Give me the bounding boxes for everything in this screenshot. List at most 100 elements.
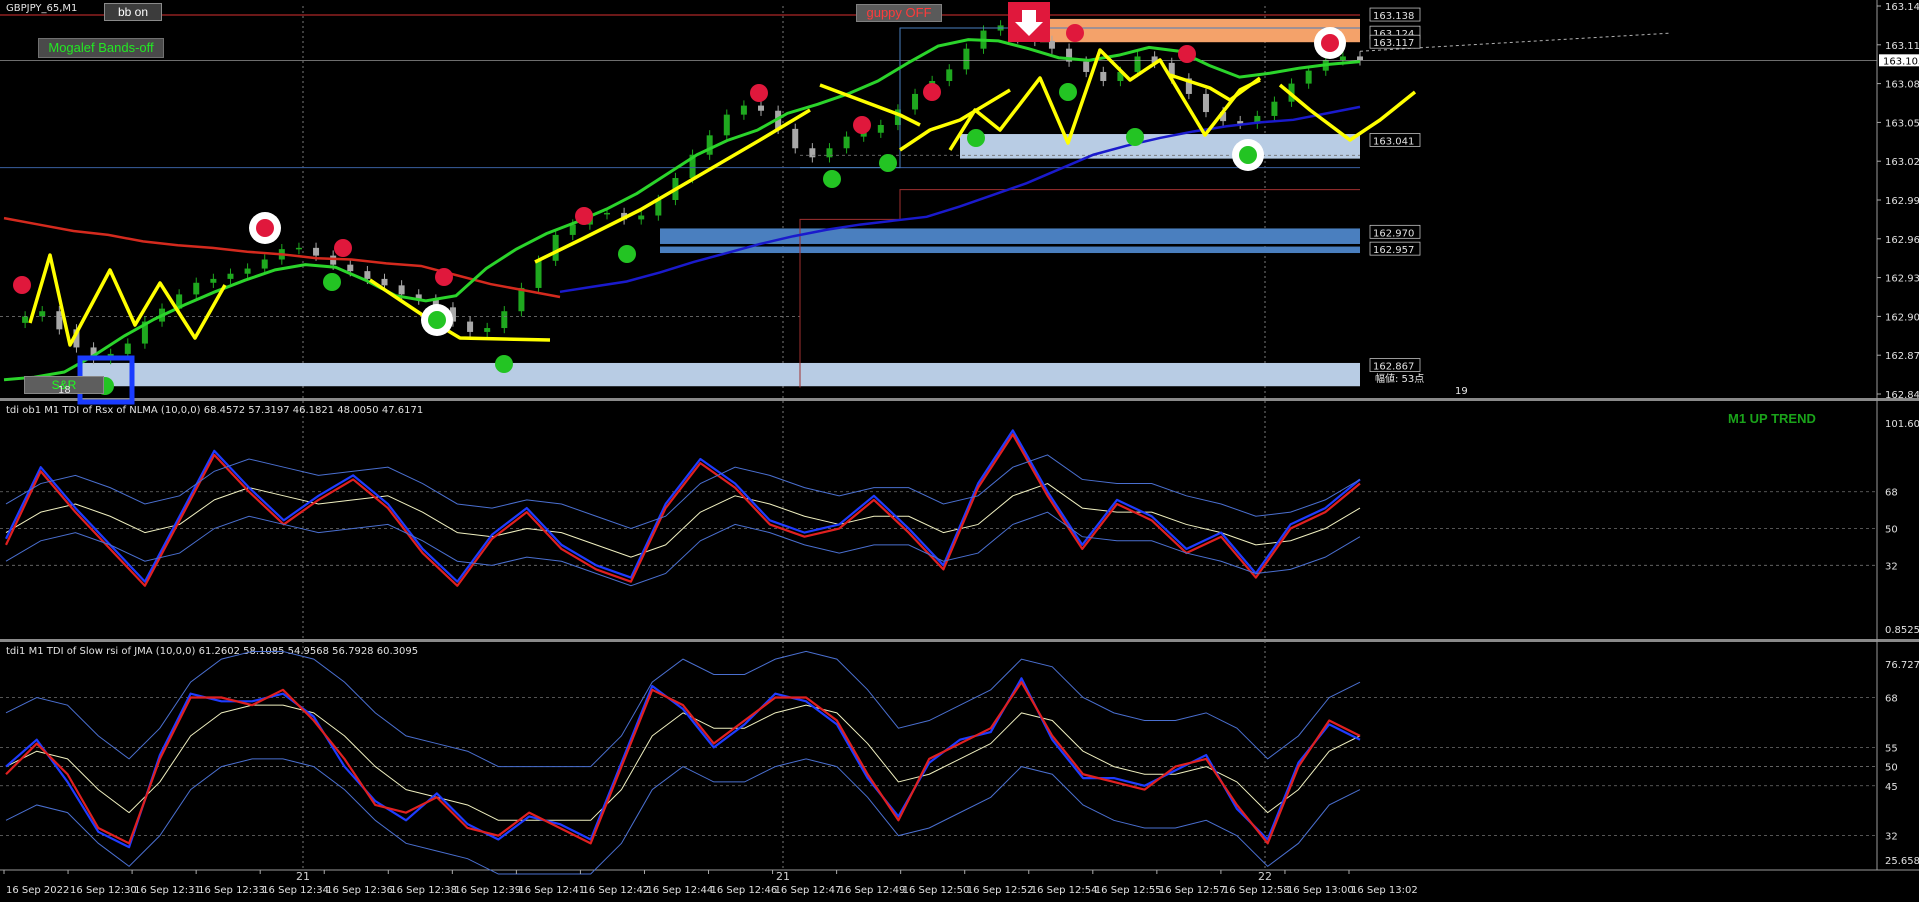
candle-body: [484, 328, 491, 332]
time-tick-label: 16 Sep 12:34: [262, 885, 329, 896]
trading-chart[interactable]: tdi ob1 M1 TDI of Rsx of NLMA (10,0,0) 6…: [0, 0, 1919, 898]
buy-signal-dot: [428, 311, 446, 329]
current-price-label: 163.103: [1883, 56, 1919, 67]
candle-body: [1048, 40, 1055, 49]
time-tick-label: 16 Sep 12:50: [903, 885, 970, 896]
tdi1-tick-label: 68: [1885, 488, 1898, 499]
candle-body: [723, 114, 730, 136]
sell-signal-dot: [1178, 45, 1196, 63]
bb-toggle-button[interactable]: bb on: [104, 3, 162, 21]
tdi2-title: tdi1 M1 TDI of Slow rsi of JMA (10,0,0) …: [6, 646, 418, 657]
candle-body: [261, 259, 268, 269]
price-tick-label: 163.115: [1885, 41, 1919, 52]
tdi1-tick-label: 50: [1885, 525, 1898, 536]
tdi1-lower-band: [5, 511, 1361, 587]
time-tick-label: 16 Sep 12:49: [839, 885, 906, 896]
sell-signal-dot: [256, 219, 274, 237]
candle-body: [381, 278, 388, 286]
candle-body: [313, 247, 320, 256]
sell-signal-dot: [1066, 24, 1084, 42]
time-tick-label: 16 Sep 12:46: [711, 885, 778, 896]
candle-body: [210, 278, 217, 283]
candle-body: [912, 93, 919, 110]
candle-body: [124, 343, 131, 354]
time-tick-label: 16 Sep 12:57: [1159, 885, 1226, 896]
candle-body: [398, 285, 405, 295]
right-bar-count: 19: [1455, 386, 1468, 397]
guppy-toggle-button[interactable]: guppy OFF: [856, 4, 942, 22]
price-zone: [660, 246, 1360, 254]
candle-body: [22, 316, 29, 323]
candle-body: [877, 124, 884, 133]
candle-body: [1083, 61, 1090, 72]
candle-body: [244, 268, 251, 274]
candle-body: [193, 282, 200, 295]
candle-body: [843, 136, 850, 149]
tdi1-title: tdi ob1 M1 TDI of Rsx of NLMA (10,0,0) 6…: [6, 405, 423, 416]
separator-label: 21: [296, 870, 310, 883]
symbol-label: GBPJPY_65,M1: [6, 3, 78, 14]
sell-signal-dot: [334, 239, 352, 257]
time-tick-label: 16 Sep 12:36: [326, 885, 393, 896]
candle-body: [1305, 70, 1312, 84]
time-tick-label: 16 Sep 12:39: [454, 885, 521, 896]
candle-body: [946, 69, 953, 82]
tdi1-tick-label: 32: [1885, 561, 1898, 572]
time-tick-label: 16 Sep 12:31: [134, 885, 201, 896]
left-bar-count: 18: [58, 385, 71, 396]
buy-signal-dot: [323, 273, 341, 291]
tdi2-series-line: [5, 681, 1361, 845]
sell-signal-dot: [575, 207, 593, 225]
price-tick-label: 162.875: [1885, 351, 1919, 362]
candle-body: [826, 148, 833, 158]
tdi2-tick-label: 55: [1885, 743, 1898, 754]
sell-signal-dot: [750, 84, 768, 102]
candle-body: [569, 224, 576, 235]
tdi2-tick-label: 76.7276: [1885, 660, 1919, 671]
price-level-label: 162.970: [1373, 228, 1414, 239]
range-text: 幅値: 53点: [1375, 374, 1425, 385]
buy-signal-dot: [967, 129, 985, 147]
tdi1-tick-label: 0.8525: [1885, 625, 1919, 636]
sell-signal-dot: [923, 83, 941, 101]
candle-body: [227, 273, 234, 279]
candle-body: [1357, 56, 1363, 61]
panel-divider-1[interactable]: [0, 398, 1919, 401]
time-tick-label: 16 Sep 12:38: [390, 885, 457, 896]
candle-body: [809, 148, 816, 158]
time-tick-label: 16 Sep 12:55: [1095, 885, 1162, 896]
time-tick-label: 16 Sep 12:54: [1031, 885, 1098, 896]
sell-signal-dot: [853, 116, 871, 134]
candle-body: [1100, 71, 1107, 82]
candle-body: [364, 271, 371, 279]
chart-window[interactable]: tdi ob1 M1 TDI of Rsx of NLMA (10,0,0) 6…: [0, 0, 1919, 898]
sell-signal-dot: [1321, 34, 1339, 52]
separator-label: 22: [1258, 870, 1272, 883]
time-tick-label: 16 Sep 12:44: [646, 885, 713, 896]
buy-signal-dot: [1059, 83, 1077, 101]
price-zone: [80, 362, 1360, 387]
candle-body: [792, 128, 799, 149]
buy-signal-dot: [823, 170, 841, 188]
tdi2-tick-label: 68: [1885, 693, 1898, 704]
candle-body: [1339, 56, 1346, 61]
price-level-label: 163.138: [1373, 11, 1414, 22]
drawn-trend-line: [1278, 83, 1417, 142]
candle-body: [603, 212, 610, 215]
panel-divider-2[interactable]: [0, 639, 1919, 642]
price-tick-label: 162.995: [1885, 196, 1919, 207]
time-tick-label: 16 Sep 12:47: [775, 885, 842, 896]
candle-body: [963, 48, 970, 70]
buy-signal-dot: [1239, 146, 1257, 164]
candle-body: [535, 260, 542, 288]
price-level-label: 163.117: [1373, 38, 1414, 49]
candle-body: [706, 135, 713, 155]
sell-signal-dot: [13, 276, 31, 294]
time-tick-label: 16 Sep 13:02: [1351, 885, 1418, 896]
time-tick-label: 16 Sep 2022: [6, 885, 69, 896]
candle-body: [347, 264, 354, 272]
mogalef-bands-button[interactable]: Mogalef Bands-off: [38, 38, 164, 58]
candle-body: [740, 105, 747, 115]
trend-label: M1 UP TREND: [1728, 411, 1816, 426]
tdi1-series-line: [5, 433, 1361, 587]
